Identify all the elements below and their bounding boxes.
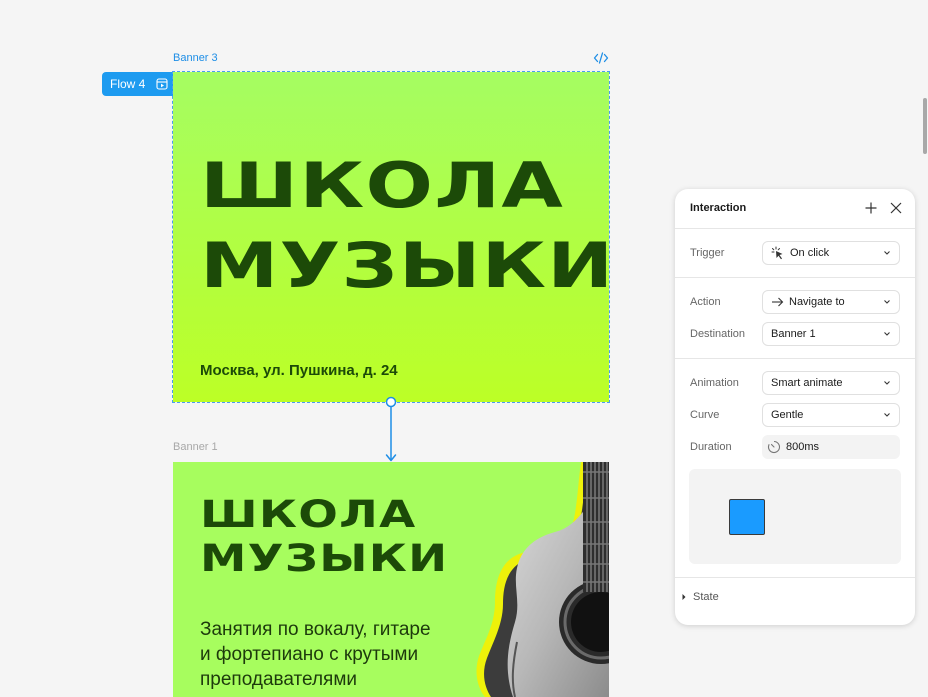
destination-value: Banner 1 xyxy=(771,328,816,340)
interaction-panel: Interaction Trigger On click Action Navi… xyxy=(675,189,915,625)
destination-label: Destination xyxy=(690,328,746,340)
banner-3-title-line-1: ШКОЛА xyxy=(200,149,565,222)
duration-input[interactable]: 800ms xyxy=(762,435,900,459)
curve-label: Curve xyxy=(690,409,720,421)
trigger-value: On click xyxy=(790,247,830,259)
preview-square xyxy=(729,499,765,535)
divider xyxy=(675,277,915,278)
vertical-scrollbar[interactable] xyxy=(923,98,927,154)
chevron-down-icon xyxy=(884,332,890,336)
banner-1-title-line-2: МУЗЫКИ xyxy=(200,537,449,580)
animation-value: Smart animate xyxy=(771,377,843,389)
chevron-down-icon xyxy=(884,251,890,255)
frame-label-banner-1[interactable]: Banner 1 xyxy=(173,441,218,453)
state-section-toggle[interactable]: State xyxy=(680,591,719,603)
trigger-label: Trigger xyxy=(690,247,725,259)
close-icon[interactable] xyxy=(889,201,903,215)
action-value: Navigate to xyxy=(789,296,845,308)
plus-icon[interactable] xyxy=(864,201,878,215)
guitar-image xyxy=(476,462,609,697)
divider xyxy=(675,228,915,229)
frame-label-banner-3[interactable]: Banner 3 xyxy=(173,52,218,64)
chevron-down-icon xyxy=(884,300,890,304)
timer-icon xyxy=(768,440,780,454)
state-label: State xyxy=(693,591,719,603)
animation-label: Animation xyxy=(690,377,739,389)
action-dropdown[interactable]: Navigate to xyxy=(762,290,900,314)
banner-1-frame[interactable]: ШКОЛА МУЗЫКИ Занятия по вокалу, гитаре и… xyxy=(173,462,609,697)
flow-tag-label: Flow 4 xyxy=(110,77,146,91)
animation-dropdown[interactable]: Smart animate xyxy=(762,371,900,395)
duration-label: Duration xyxy=(690,441,732,453)
destination-dropdown[interactable]: Banner 1 xyxy=(762,322,900,346)
duration-value: 800ms xyxy=(786,441,820,453)
banner-3-address: Москва, ул. Пушкина, д. 24 xyxy=(200,362,398,379)
chevron-down-icon xyxy=(884,413,890,417)
action-label: Action xyxy=(690,296,721,308)
divider xyxy=(675,577,915,578)
banner-1-description: Занятия по вокалу, гитаре и фортепиано с… xyxy=(200,617,500,692)
banner-1-description-line-1: Занятия по вокалу, гитаре xyxy=(200,619,431,640)
animation-preview xyxy=(689,469,901,564)
banner-1-description-line-2: и фортепиано с крутыми xyxy=(200,644,419,665)
banner-1-description-line-3: преподавателями xyxy=(200,669,358,690)
banner-3-frame[interactable]: ШКОЛА МУЗЫКИ Москва, ул. Пушкина, д. 24 xyxy=(172,71,610,403)
flow-start-icon[interactable] xyxy=(156,78,168,90)
flow-starting-point-tag[interactable]: Flow 4 xyxy=(102,72,173,96)
tap-icon xyxy=(771,246,783,260)
banner-1-title-line-1: ШКОЛА xyxy=(200,493,417,536)
banner-3-title-line-2: МУЗЫКИ xyxy=(200,229,609,302)
arrow-right-icon xyxy=(772,297,784,307)
prototype-connection-arrow[interactable] xyxy=(383,394,399,466)
code-icon[interactable] xyxy=(593,51,609,65)
divider xyxy=(675,358,915,359)
curve-value: Gentle xyxy=(771,409,804,421)
curve-dropdown[interactable]: Gentle xyxy=(762,403,900,427)
trigger-dropdown[interactable]: On click xyxy=(762,241,900,265)
panel-title: Interaction xyxy=(690,202,747,214)
chevron-right-icon xyxy=(682,594,686,600)
chevron-down-icon xyxy=(884,381,890,385)
